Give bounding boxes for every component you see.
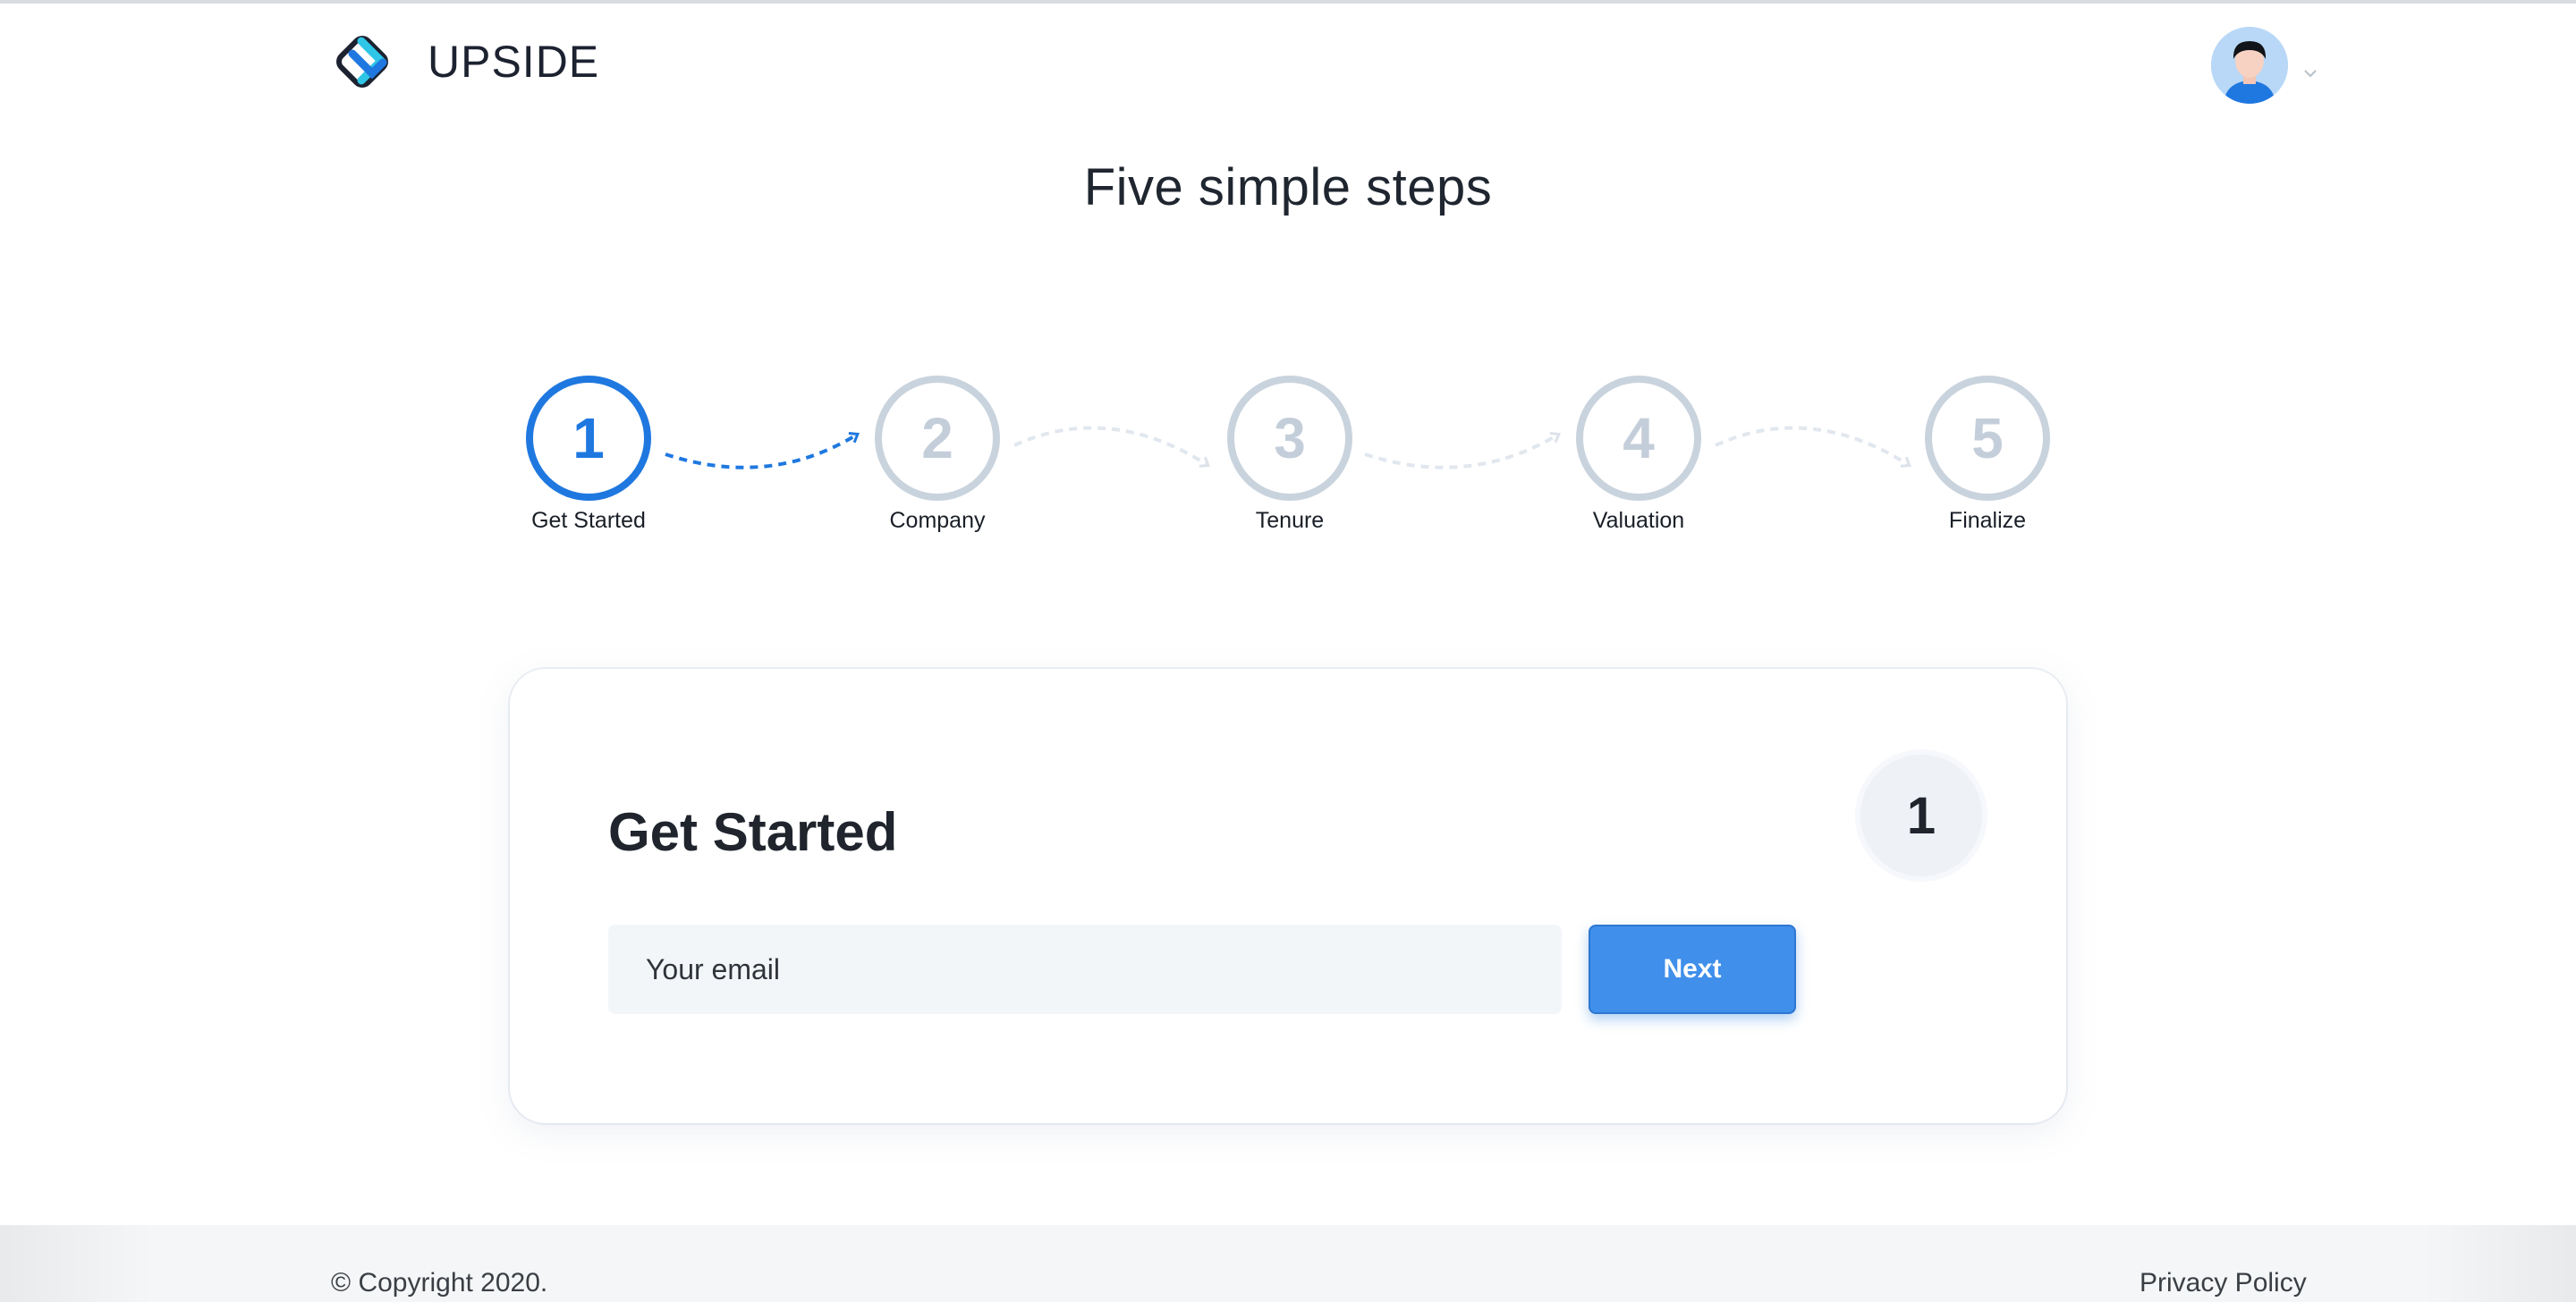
user-menu[interactable]	[2211, 27, 2320, 104]
step-4-circle[interactable]: 4	[1576, 376, 1701, 501]
next-button[interactable]: Next	[1589, 925, 1796, 1014]
connector-2-3	[1013, 426, 1208, 465]
step-3-circle[interactable]: 3	[1227, 376, 1352, 501]
step-5-circle[interactable]: 5	[1925, 376, 2050, 501]
privacy-policy-link[interactable]: Privacy Policy	[2140, 1268, 2307, 1298]
get-started-card: Get Started 1 Next	[510, 669, 2066, 1123]
copyright-text: © Copyright 2020.	[331, 1268, 548, 1298]
connector-4-5	[1715, 426, 1909, 465]
connector-1-2	[665, 435, 857, 469]
email-input[interactable]	[608, 925, 1562, 1014]
step-1-circle[interactable]: 1	[526, 376, 651, 501]
upside-logo-icon	[336, 36, 388, 88]
step-5-label: Finalize	[1948, 508, 2027, 533]
page-title: Five simple steps	[1083, 158, 1493, 216]
step-2-circle[interactable]: 2	[875, 376, 1000, 501]
top-border	[0, 0, 2576, 4]
step-3-label: Tenure	[1255, 508, 1325, 533]
connector-3-4	[1364, 435, 1558, 469]
user-avatar-icon[interactable]	[2211, 27, 2288, 104]
step-number-badge: 1	[1860, 755, 1982, 876]
step-4-label: Valuation	[1592, 508, 1685, 533]
chevron-down-icon[interactable]	[2301, 63, 2320, 83]
step-1-label: Get Started	[531, 508, 646, 533]
brand-logo[interactable]: UPSIDE	[331, 21, 599, 102]
step-2-label: Company	[889, 508, 986, 533]
brand-name: UPSIDE	[428, 37, 600, 87]
card-title: Get Started	[608, 802, 898, 862]
